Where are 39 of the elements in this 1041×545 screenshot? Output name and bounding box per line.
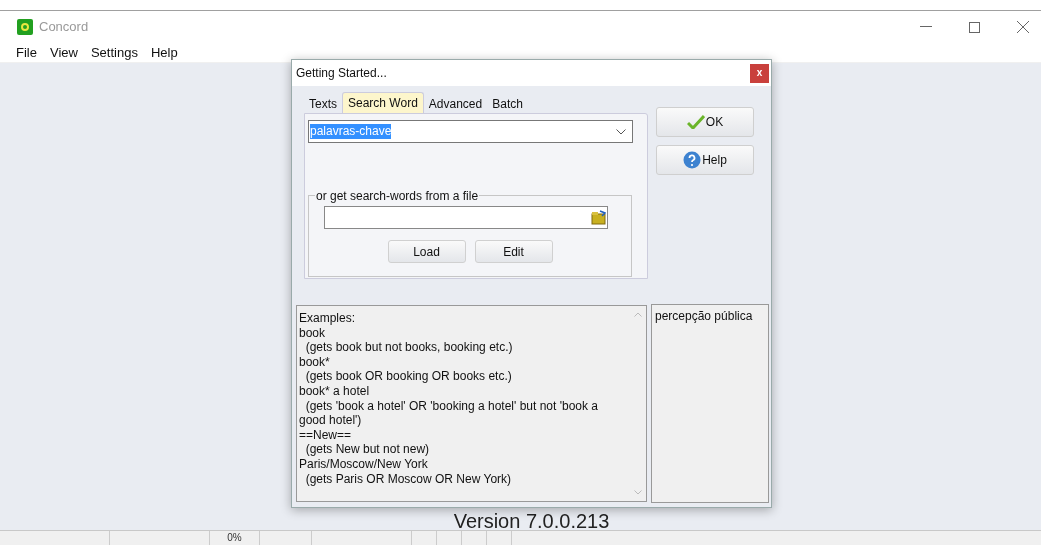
search-word-value: palavras-chave: [310, 124, 392, 139]
tab[interactable]: Texts: [304, 95, 342, 113]
menu-item[interactable]: Help: [150, 42, 178, 63]
example-line: (gets New but not new): [304, 442, 431, 457]
example-line: book* a hotel: [299, 383, 371, 399]
tab[interactable]: Advanced: [423, 95, 488, 113]
example-line: book: [299, 325, 327, 341]
window-title: Concord: [39, 18, 89, 37]
example-line: (gets 'book a hotel' OR 'booking a hotel' but not 'book a good hotel'): [299, 398, 599, 428]
example-line: book*: [299, 354, 331, 370]
ok-button[interactable]: OK: [656, 107, 754, 137]
menu-item[interactable]: Settings: [90, 42, 138, 63]
help-icon: [683, 151, 702, 169]
history-item[interactable]: percepção pública: [655, 307, 768, 325]
close-icon[interactable]: [1017, 21, 1029, 33]
folder-icon[interactable]: [591, 210, 606, 225]
tab[interactable]: Search Word: [342, 92, 424, 113]
menu-item[interactable]: View: [49, 42, 78, 63]
chevron-down-icon[interactable]: [616, 128, 626, 135]
push-button[interactable]: Load: [387, 240, 466, 263]
example-line: ==New==: [299, 427, 353, 443]
file-path-field[interactable]: [324, 206, 608, 229]
version-label: Version 7.0.0.213: [453, 509, 610, 534]
minimize-icon[interactable]: [920, 26, 932, 28]
app-icon: [17, 19, 33, 35]
progress-text: 0%: [227, 531, 242, 545]
example-line: (gets book OR booking OR books etc.): [304, 369, 513, 384]
tab[interactable]: Batch: [487, 95, 528, 113]
close-button[interactable]: x: [750, 63, 769, 83]
help-button[interactable]: Help: [656, 145, 754, 175]
example-line: Examples:: [299, 311, 357, 326]
push-button[interactable]: Edit: [474, 240, 553, 263]
example-line: (gets Paris OR Moscow OR New York): [304, 471, 513, 487]
checkmark-icon: [686, 115, 705, 129]
example-line: Paris/Moscow/New York: [299, 456, 429, 472]
dialog-title: Getting Started...: [296, 65, 387, 82]
maximize-icon[interactable]: [969, 21, 980, 33]
menu-item[interactable]: File: [16, 42, 37, 63]
example-line: (gets book but not books, booking etc.): [304, 340, 514, 355]
